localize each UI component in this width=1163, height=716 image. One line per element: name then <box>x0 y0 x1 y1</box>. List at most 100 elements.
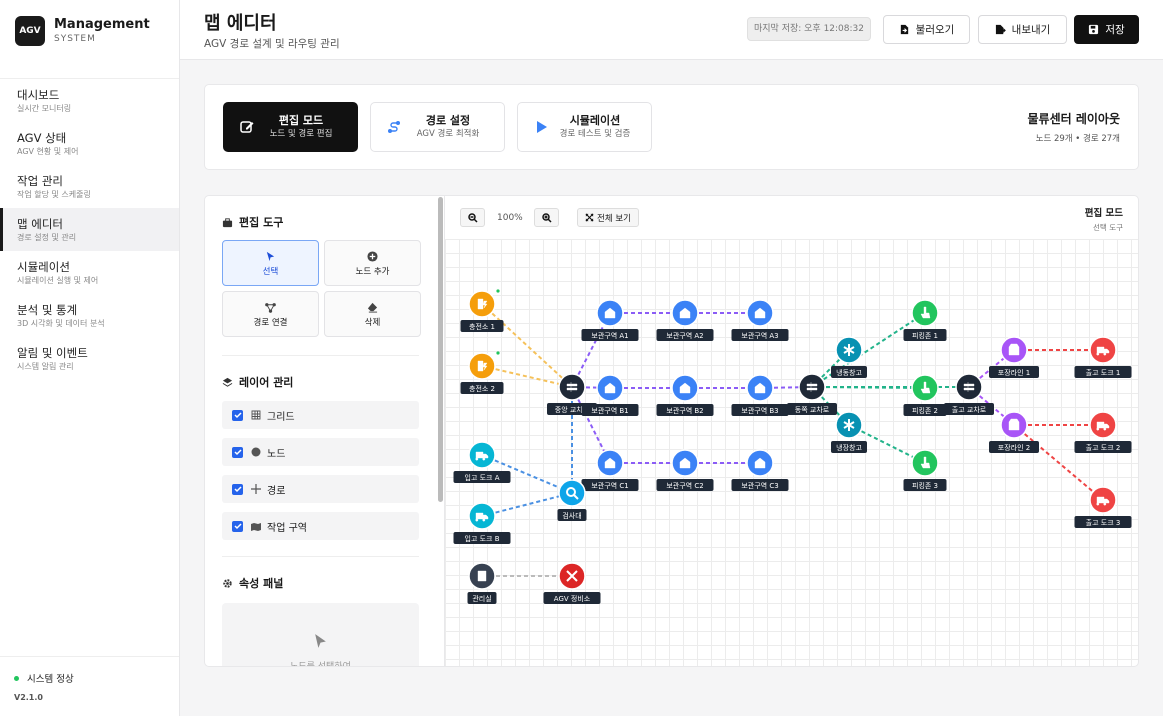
divider <box>222 355 419 356</box>
file-import-icon <box>900 24 908 35</box>
mode-simulation-button[interactable]: 시뮬레이션 경로 테스트 및 검증 <box>517 102 652 152</box>
sidebar-item-analytics[interactable]: 분석 및 통계 3D 시각화 및 데이터 분석 <box>0 294 179 337</box>
route-edge[interactable] <box>481 303 573 388</box>
svg-text:보관구역 A1: 보관구역 A1 <box>591 331 628 340</box>
properties-panel: 노드를 선택하여 <box>222 603 419 666</box>
sidebar-item-label: 작업 관리 <box>17 174 63 188</box>
map-node-o2[interactable]: 출고 도크 2 <box>1074 411 1132 453</box>
map-node-f1[interactable]: 냉동창고 <box>831 336 867 378</box>
node-label: 출고 도크 3 <box>1074 516 1132 528</box>
sidebar-item-sub: AGV 현황 및 제어 <box>17 147 79 156</box>
sidebar-item-tasks[interactable]: 작업 관리 작업 할당 및 스케줄링 <box>0 165 179 208</box>
tool-label: 선택 <box>262 267 279 277</box>
map-node-b1[interactable]: 보관구역 B1 <box>581 374 639 416</box>
map-node-o3[interactable]: 출고 도크 3 <box>1074 486 1132 528</box>
node-label: 보관구역 C2 <box>656 479 714 491</box>
map-node-p1[interactable]: 피킹존 1 <box>903 299 947 341</box>
svg-text:입고 도크 A: 입고 도크 A <box>465 474 500 482</box>
sidebar-item-alerts[interactable]: 알림 및 이벤트 시스템 알림 관리 <box>0 337 179 380</box>
map-node-east[interactable]: 동쪽 교차로 <box>787 373 837 415</box>
layer-zones[interactable]: 작업 구역 <box>222 512 419 540</box>
export-button[interactable]: 내보내기 <box>978 15 1067 44</box>
map-node-pk2[interactable]: 포장라인 2 <box>989 411 1039 453</box>
node-label: 냉동창고 <box>831 366 867 378</box>
layer-label: 경로 <box>267 485 286 497</box>
plus-circle-icon <box>367 251 378 262</box>
box-icon <box>1008 418 1020 431</box>
sidebar-item-sub: 시뮬레이션 실행 및 제어 <box>17 276 99 285</box>
edit-tools-title: 편집 도구 <box>222 214 283 230</box>
layer-grid[interactable]: 그리드 <box>222 401 419 429</box>
layer-nodes[interactable]: 노드 <box>222 438 419 466</box>
tool-add-node[interactable]: 노드 추가 <box>324 240 421 286</box>
map-node-out[interactable]: 출고 교차로 <box>944 373 994 415</box>
load-button[interactable]: 불러오기 <box>883 15 970 44</box>
page-title: 맵 에디터 <box>204 13 277 34</box>
svg-text:보관구역 C3: 보관구역 C3 <box>741 481 778 490</box>
mode-route-button[interactable]: 경로 설정 AGV 경로 최적화 <box>370 102 505 152</box>
map-node-a2[interactable]: 보관구역 A2 <box>656 299 714 341</box>
route-map[interactable]: 충전소 1충전소 2중앙 교차로보관구역 A1 보관구역 A2 보관구역 A3보관구… <box>445 196 1139 667</box>
map-node-c2[interactable]: 충전소 2 <box>460 351 504 394</box>
checkbox-checked-icon[interactable] <box>232 483 243 495</box>
map-node-f2[interactable]: 냉장창고 <box>831 411 867 453</box>
node-label: 동쪽 교차로 <box>787 403 837 415</box>
map-node-b2[interactable]: 보관구역 B2 <box>656 374 714 416</box>
tool-select[interactable]: 선택 <box>222 240 319 286</box>
props-title: 속성 패널 <box>222 575 283 591</box>
mode-sub: 경로 테스트 및 검증 <box>559 129 631 139</box>
map-node-cc2[interactable]: 보관구역 C2 <box>656 449 714 491</box>
svg-text:냉동창고: 냉동창고 <box>836 368 862 377</box>
save-button[interactable]: 저장 <box>1074 15 1139 44</box>
map-node-p2[interactable]: 피킹존 2 <box>903 374 947 416</box>
svg-text:충전소 1: 충전소 1 <box>469 322 495 331</box>
route-edge[interactable] <box>811 312 926 388</box>
map-node-pk1[interactable]: 포장라인 1 <box>989 336 1039 378</box>
toolbox-icon <box>222 217 233 227</box>
sidebar-item-simulation[interactable]: 시뮬레이션 시뮬레이션 실행 및 제어 <box>0 251 179 294</box>
sidebar-item-sub: 시스템 알림 관리 <box>17 362 74 371</box>
map-node-p3[interactable]: 피킹존 3 <box>903 449 947 491</box>
grid-icon <box>251 410 261 420</box>
map-node-svc[interactable]: AGV 정비소 <box>543 562 601 604</box>
sidebar-item-dashboard[interactable]: 대시보드 실시간 모니터링 <box>0 79 179 122</box>
sidebar-item-label: AGV 상태 <box>17 131 67 145</box>
layout-stats: 노드 29개 • 경로 27개 <box>1035 134 1120 144</box>
checkbox-checked-icon[interactable] <box>232 446 243 458</box>
route-edge[interactable] <box>1013 424 1104 501</box>
map-canvas[interactable]: 100% 전체 보기 편집 모드 선택 도구 충전소 1 충전소 2 중앙 교차로 보… <box>444 195 1139 667</box>
map-node-a1[interactable]: 보관구역 A1 <box>581 299 639 341</box>
mode-sub: 노드 및 경로 편집 <box>269 129 333 139</box>
tool-delete[interactable]: 삭제 <box>324 291 421 337</box>
map-node-cc3[interactable]: 보관구역 C3 <box>731 449 789 491</box>
map-node-c1[interactable]: 충전소 1 <box>460 289 504 332</box>
node-label: 보관구역 B2 <box>656 404 714 416</box>
svg-text:출고 교차로: 출고 교차로 <box>952 405 987 414</box>
save-button-label: 저장 <box>1105 24 1125 36</box>
brand[interactable]: AGV Management SYSTEM <box>15 16 150 46</box>
map-node-a3[interactable]: 보관구역 A3 <box>731 299 789 341</box>
map-node-o1[interactable]: 출고 도크 1 <box>1074 336 1132 378</box>
sidebar-item-map-editor[interactable]: 맵 에디터 경로 설정 및 관리 <box>0 208 179 251</box>
tools-scrollbar[interactable] <box>438 197 443 502</box>
map-node-insp[interactable]: 검사대 <box>557 479 587 521</box>
node-label: 피킹존 3 <box>903 479 947 491</box>
checkbox-checked-icon[interactable] <box>232 409 243 421</box>
sidebar-item-sub: 경로 설정 및 관리 <box>17 233 77 242</box>
svg-text:보관구역 A3: 보관구역 A3 <box>741 331 778 340</box>
checkbox-checked-icon[interactable] <box>232 520 243 532</box>
node-label: 출고 도크 1 <box>1074 366 1132 378</box>
map-node-ib[interactable]: 입고 도크 B <box>453 502 511 544</box>
node-label: 보관구역 C3 <box>731 479 789 491</box>
node-label: 보관구역 B1 <box>581 404 639 416</box>
layer-routes[interactable]: 경로 <box>222 475 419 503</box>
tool-connect[interactable]: 경로 연결 <box>222 291 319 337</box>
mode-edit-button[interactable]: 편집 모드 노드 및 경로 편집 <box>223 102 358 152</box>
map-node-cc1[interactable]: 보관구역 C1 <box>581 449 639 491</box>
sidebar-item-agv-status[interactable]: AGV 상태 AGV 현황 및 제어 <box>0 122 179 165</box>
sidebar-item-label: 대시보드 <box>17 88 60 102</box>
map-node-b3[interactable]: 보관구역 B3 <box>731 374 789 416</box>
svg-text:보관구역 C1: 보관구역 C1 <box>591 481 628 490</box>
tool-label: 삭제 <box>364 318 381 328</box>
map-node-mgmt[interactable]: 관리실 <box>467 562 497 604</box>
